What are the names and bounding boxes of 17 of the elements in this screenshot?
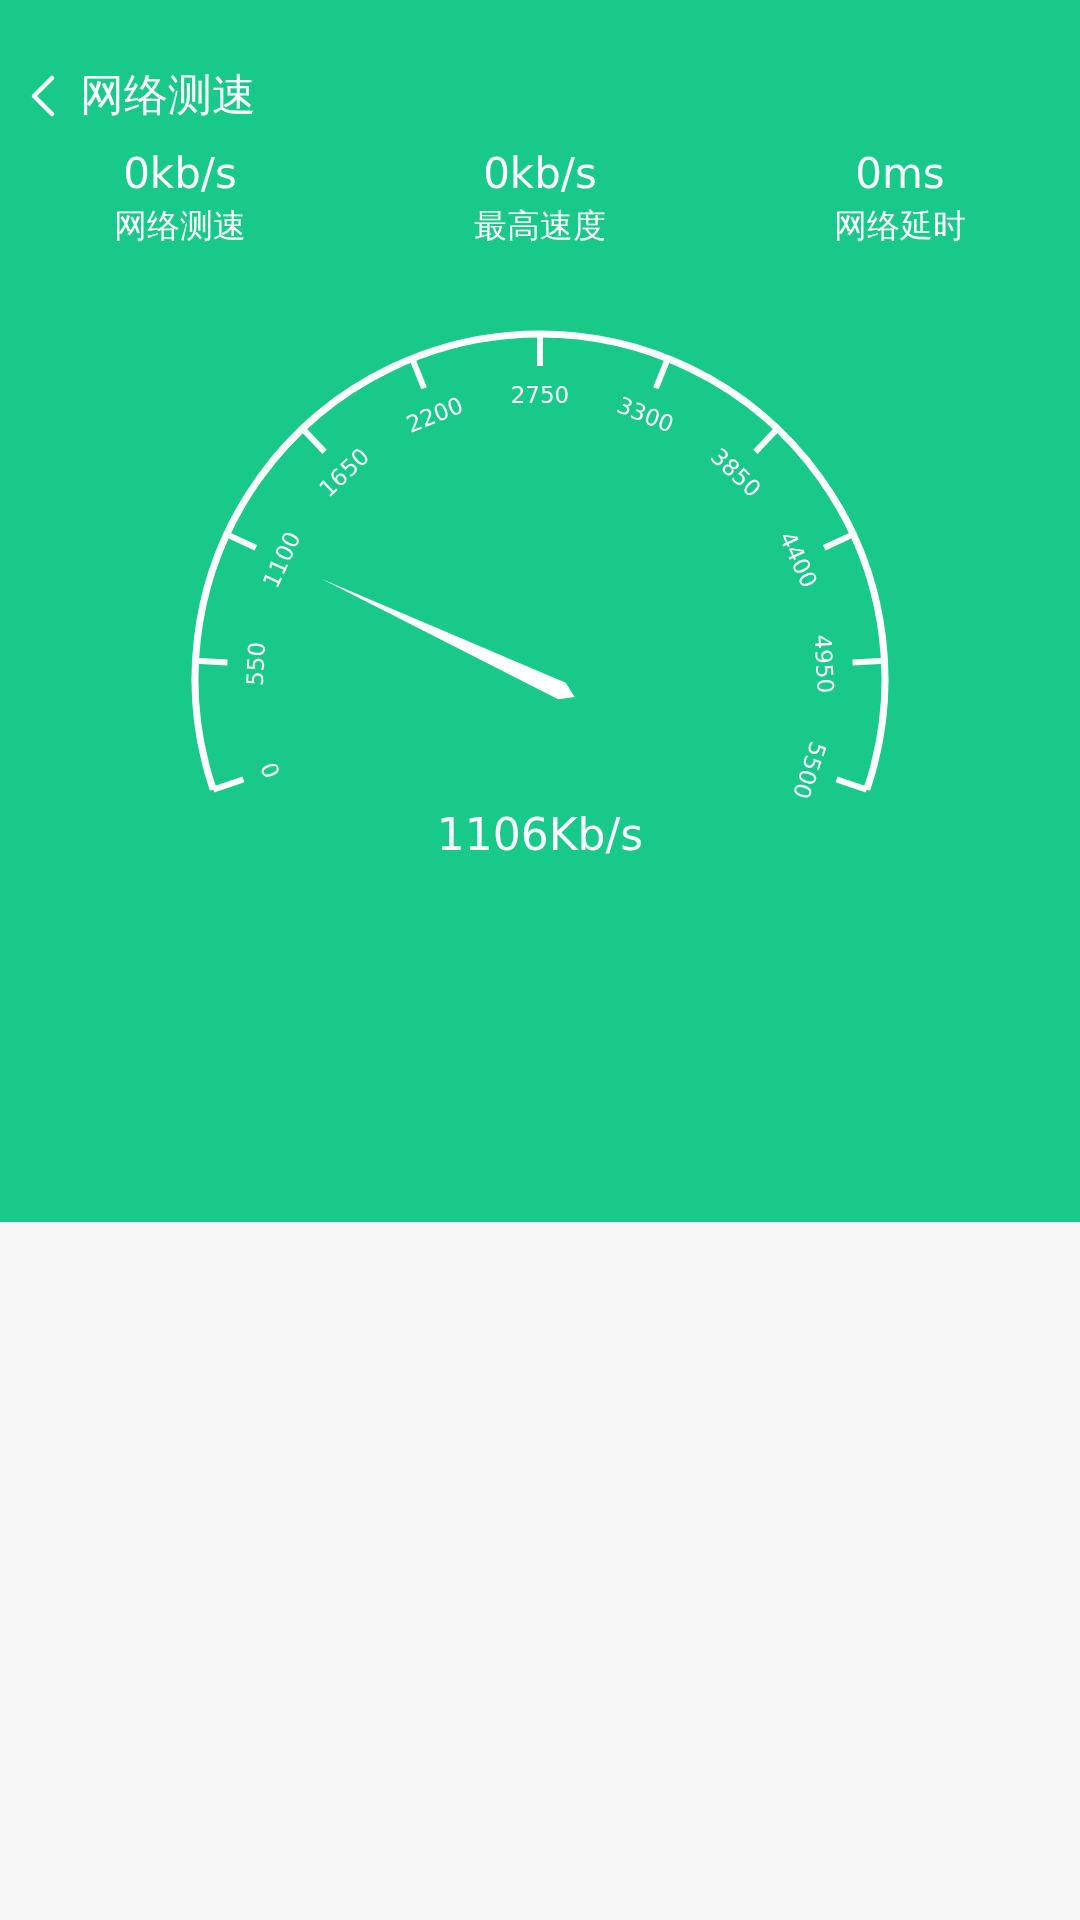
stat-value: 0kb/s	[123, 149, 237, 198]
scale-label: 550	[241, 641, 271, 687]
stat-value: 0kb/s	[483, 149, 597, 198]
scale-label: 4950	[809, 634, 839, 694]
scale-label: 2200	[402, 391, 467, 438]
stat-label: 网络延时	[834, 205, 966, 247]
speed-reading: 1106Kb/s	[435, 809, 645, 860]
scale-label: 0	[255, 759, 286, 782]
stat-label: 最高速度	[474, 205, 606, 247]
scale-label: 3300	[613, 391, 678, 438]
scale-label: 5500	[787, 738, 832, 803]
scale-label: 2750	[510, 381, 570, 408]
stat-value: 0ms	[855, 149, 945, 198]
page-title: 网络测速	[80, 68, 256, 122]
stat-label: 网络测速	[114, 205, 246, 247]
scale-label: 4400	[774, 527, 823, 592]
scale-label: 1100	[257, 527, 306, 592]
